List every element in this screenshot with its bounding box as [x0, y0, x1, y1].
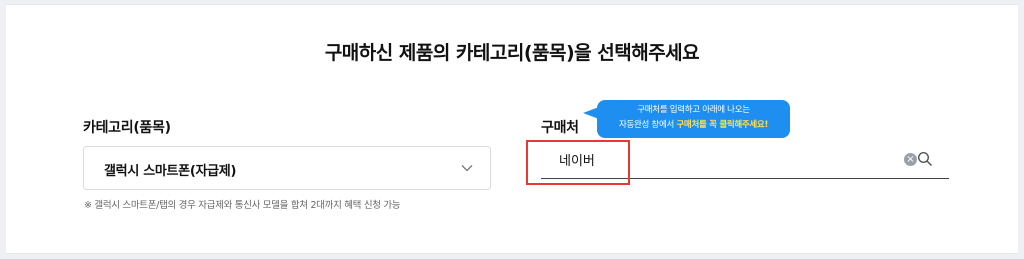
category-select[interactable]: 갤럭시 스마트폰(자급제)	[83, 146, 491, 190]
page-title: 구매하신 제품의 카테고리(품목)을 선택해주세요	[324, 42, 700, 64]
vendor-tooltip: 구매처를 입력하고 아래에 나오는 자동완성 창에서 구매처를 꼭 클릭해주세요…	[597, 100, 790, 138]
vendor-label: 구매처	[541, 120, 579, 136]
tooltip-line-2: 자동완성 창에서 구매처를 꼭 클릭해주세요!	[597, 118, 790, 133]
search-icon[interactable]	[917, 151, 933, 167]
vendor-highlight-box	[526, 140, 630, 185]
tooltip-line-2-prefix: 자동완성 창에서	[618, 120, 677, 130]
category-label: 카테고리(품목)	[83, 120, 171, 136]
tooltip-line-2-highlight: 구매처를 꼭 클릭해주세요!	[676, 120, 769, 130]
category-selected-value: 갤럭시 스마트폰(자급제)	[104, 164, 237, 179]
tooltip-line-1: 구매처를 입력하고 아래에 나오는	[637, 105, 750, 115]
chevron-down-icon	[461, 165, 473, 172]
clear-icon[interactable]: ×	[904, 153, 917, 166]
category-note: ※ 갤럭시 스마트폰/탭의 경우 자급제와 통신사 모델을 합쳐 2대까지 혜택…	[84, 200, 401, 211]
